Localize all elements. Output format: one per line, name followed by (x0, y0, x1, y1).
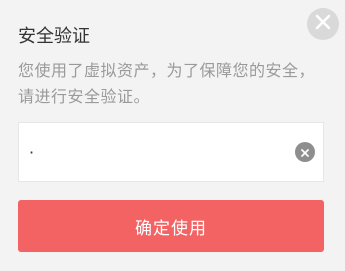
dialog-description: 您使用了虚拟资产，为了保障您的安全，请进行安全验证。 (18, 61, 316, 106)
clear-icon (300, 143, 310, 162)
clear-input-button[interactable] (295, 142, 315, 162)
close-icon (314, 13, 332, 35)
security-verification-dialog: 安全验证 您使用了虚拟资产，为了保障您的安全，请进行安全验证。 确定使用 (0, 0, 345, 271)
close-button[interactable] (307, 8, 339, 40)
dialog-title: 安全验证 (18, 26, 90, 47)
verification-input-container (18, 122, 324, 182)
confirm-use-button[interactable]: 确定使用 (18, 200, 324, 252)
verification-input[interactable] (29, 123, 279, 181)
